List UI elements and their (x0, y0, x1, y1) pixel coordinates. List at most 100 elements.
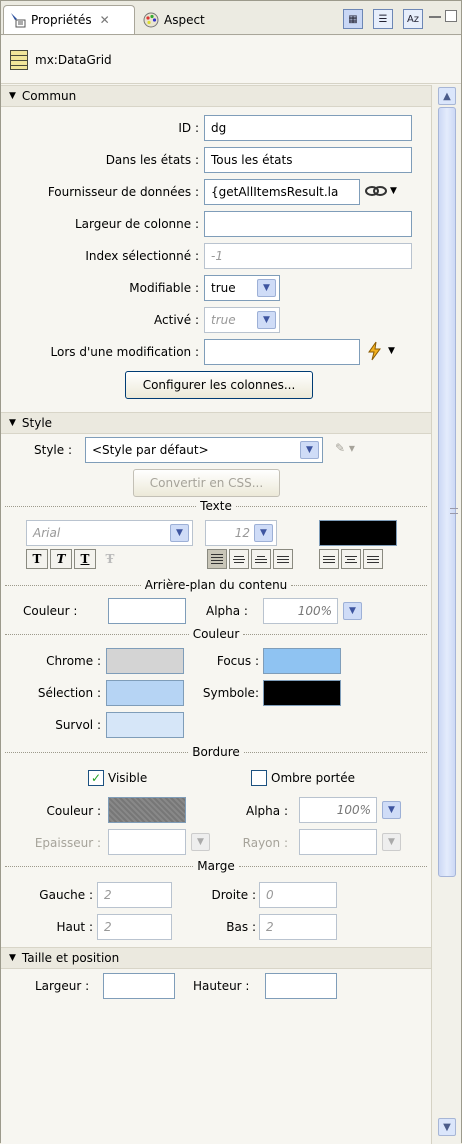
selection-color-swatch[interactable] (106, 680, 184, 706)
text-color-swatch[interactable] (319, 520, 397, 546)
maximize-icon[interactable] (445, 10, 457, 22)
provider-field[interactable]: {getAllItemsResult.la (204, 179, 360, 205)
selindex-field[interactable]: -1 (204, 243, 412, 269)
focus-color-swatch[interactable] (263, 648, 341, 674)
align-justify-button[interactable] (273, 549, 293, 569)
event-handler-icon[interactable]: ▼ (365, 341, 395, 361)
focus-label: Focus : (216, 654, 259, 668)
list-view-icon[interactable]: ☰ (373, 9, 393, 29)
width-field[interactable] (103, 973, 175, 999)
properties-panel: Propriétés ✕ Aspect ▦ ☰ Az mx:DataGrid ▼… (0, 0, 462, 1144)
editable-select[interactable]: true ▼ (204, 275, 280, 301)
vertical-align-bottom-button[interactable] (363, 549, 383, 569)
strikethrough-button[interactable]: Ŧ (99, 549, 121, 569)
configure-columns-button[interactable]: Configurer les colonnes... (125, 371, 313, 399)
font-size-select[interactable]: 12 ▼ (205, 520, 277, 546)
bottom-margin-label: Bas : (226, 920, 256, 934)
minimize-icon[interactable] (429, 16, 441, 18)
chrome-color-swatch[interactable] (106, 648, 184, 674)
thickness-dropdown-icon[interactable]: ▼ (191, 833, 210, 851)
left-margin-field[interactable]: 2 (97, 882, 172, 908)
tab-bar: Propriétés ✕ Aspect ▦ ☰ Az (1, 1, 461, 35)
section-style-header[interactable]: ▼ Style (1, 412, 431, 434)
shadow-checkbox[interactable] (251, 770, 267, 786)
height-field[interactable] (265, 973, 337, 999)
section-commun-header[interactable]: ▼ Commun (1, 85, 431, 107)
align-right-button[interactable] (251, 549, 271, 569)
states-field[interactable]: Tous les états (204, 147, 412, 173)
radius-field[interactable] (299, 829, 377, 855)
bg-color-swatch[interactable] (108, 598, 186, 624)
chevron-down-icon[interactable]: ▼ (300, 441, 319, 459)
alpha-sort-icon[interactable]: Az (403, 9, 423, 29)
right-margin-field[interactable]: 0 (259, 882, 337, 908)
binding-icon[interactable]: ▼ (365, 183, 397, 199)
visible-checkbox[interactable]: ✓ (88, 770, 104, 786)
italic-button[interactable]: T (50, 549, 72, 569)
event-dropdown-icon[interactable]: ▼ (388, 346, 395, 356)
palette-icon (143, 12, 159, 27)
tab-properties[interactable]: Propriétés ✕ (3, 5, 135, 34)
collapse-triangle-icon: ▼ (9, 91, 16, 101)
colwidth-field[interactable] (204, 211, 412, 237)
top-margin-field[interactable]: 2 (97, 914, 172, 940)
selindex-label: Index sélectionné : (85, 249, 199, 263)
bg-separator: Arrière-plan du contenu (5, 577, 428, 593)
onchange-field[interactable] (204, 339, 360, 365)
bottom-margin-field[interactable]: 2 (259, 914, 337, 940)
border-header: Bordure (192, 745, 240, 759)
bold-button[interactable]: T (26, 549, 48, 569)
underline-button[interactable]: T (74, 549, 96, 569)
thickness-label: Epaisseur : (34, 836, 101, 850)
chrome-label: Chrome : (46, 654, 101, 668)
radius-dropdown-icon[interactable]: ▼ (382, 833, 401, 851)
border-alpha-field[interactable]: 100% (299, 797, 377, 823)
colwidth-label: Largeur de colonne : (75, 217, 199, 231)
chevron-down-icon[interactable]: ▼ (257, 279, 276, 297)
scroll-up-icon[interactable]: ▲ (438, 87, 456, 105)
margin-separator: Marge (5, 858, 427, 874)
section-size-title: Taille et position (21, 951, 120, 965)
category-view-icon[interactable]: ▦ (343, 9, 363, 29)
style-select[interactable]: <Style par défaut> ▼ (85, 437, 323, 463)
tab-aspect[interactable]: Aspect (137, 5, 231, 34)
text-header: Texte (200, 499, 232, 513)
edit-style-icon[interactable]: ✎ ▾ (335, 441, 355, 455)
font-select[interactable]: Arial ▼ (26, 520, 193, 546)
editable-label: Modifiable : (129, 281, 199, 295)
chevron-down-icon[interactable]: ▼ (257, 311, 276, 329)
text-separator: Texte (5, 498, 427, 514)
section-size-header[interactable]: ▼ Taille et position (1, 947, 431, 969)
border-color-swatch[interactable] (108, 797, 186, 823)
provider-label: Fournisseur de données : (47, 185, 199, 199)
border-alpha-dropdown-icon[interactable]: ▼ (382, 801, 401, 819)
hover-color-swatch[interactable] (106, 712, 184, 738)
style-value: <Style par défaut> (92, 443, 209, 457)
chevron-down-icon[interactable]: ▼ (254, 524, 273, 542)
bg-alpha-dropdown-icon[interactable]: ▼ (343, 602, 362, 620)
left-margin-label: Gauche : (39, 888, 93, 902)
bg-alpha-field[interactable]: 100% (263, 598, 338, 624)
scroll-down-icon[interactable]: ▼ (438, 1118, 456, 1136)
vertical-align-top-button[interactable] (319, 549, 339, 569)
chevron-down-icon[interactable]: ▼ (170, 524, 189, 542)
id-label: ID : (178, 121, 199, 135)
binding-dropdown-icon[interactable]: ▼ (390, 186, 397, 196)
selection-label: Sélection : (37, 686, 101, 700)
scroll-thumb[interactable] (438, 107, 458, 877)
vertical-align-middle-button[interactable] (341, 549, 361, 569)
align-left-button[interactable] (207, 549, 227, 569)
convert-css-button[interactable]: Convertir en CSS... (133, 469, 280, 497)
section-style-title: Style (21, 416, 53, 430)
enabled-select[interactable]: true ▼ (204, 307, 280, 333)
symbol-color-swatch[interactable] (263, 680, 341, 706)
border-alpha-label: Alpha : (246, 804, 288, 818)
close-tab-icon[interactable]: ✕ (100, 13, 110, 27)
bg-alpha-label: Alpha : (206, 604, 248, 618)
vertical-scrollbar[interactable]: ▲ ▼ (431, 85, 461, 1144)
thickness-field[interactable] (108, 829, 186, 855)
id-field[interactable]: dg (204, 115, 412, 141)
align-center-button[interactable] (229, 549, 249, 569)
component-row: mx:DataGrid (1, 36, 461, 84)
width-label: Largeur : (35, 979, 90, 993)
